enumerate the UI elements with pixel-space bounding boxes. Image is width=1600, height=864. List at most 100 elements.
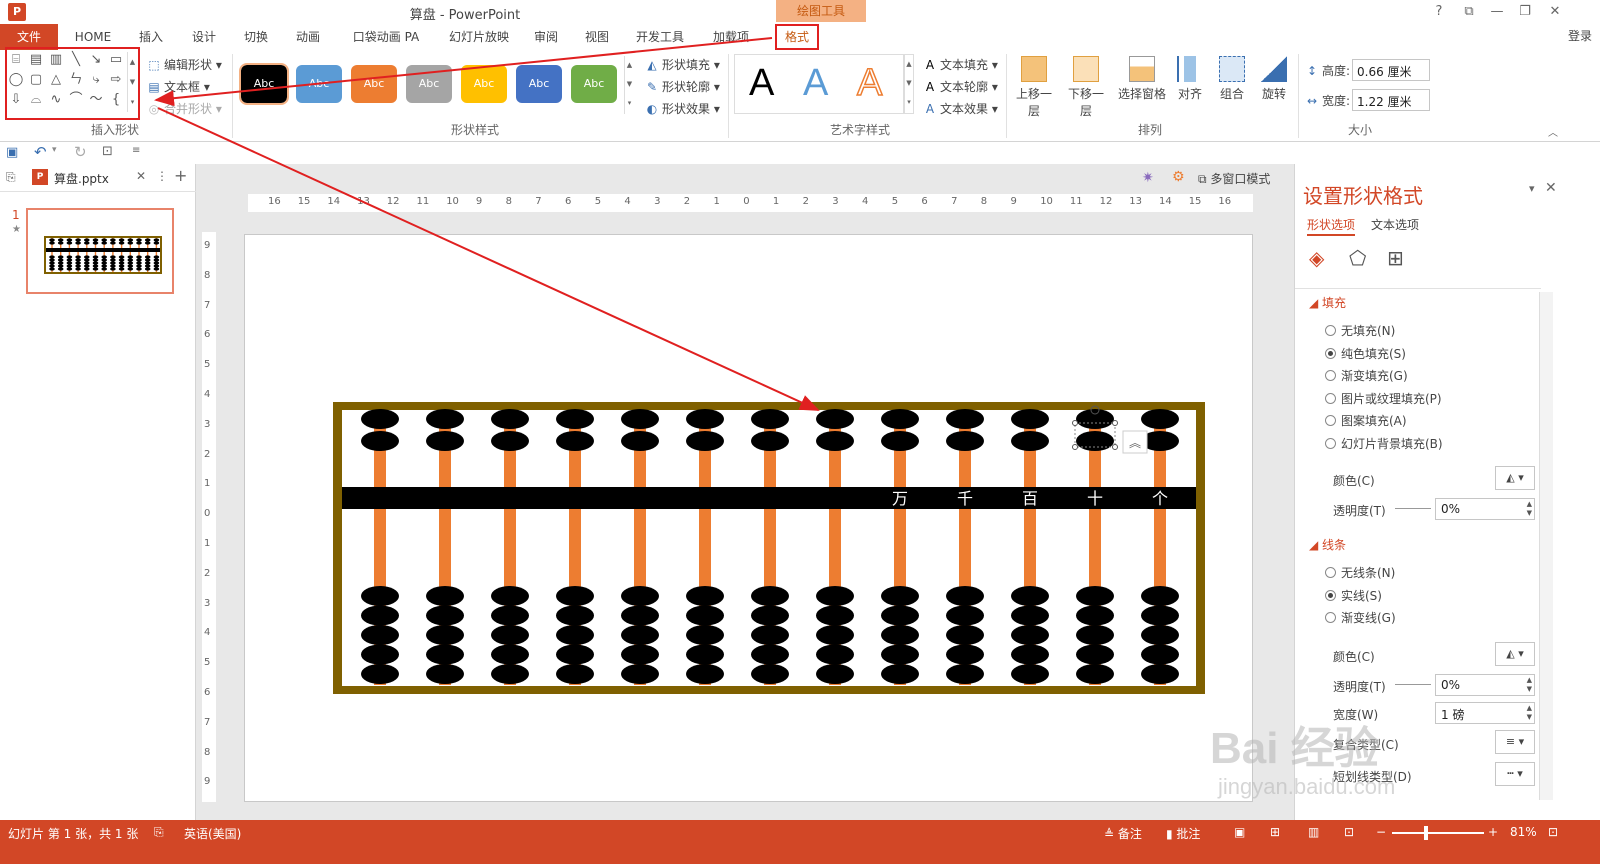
abacus-upper-bead[interactable]: [751, 409, 789, 429]
zoom-out-icon[interactable]: −: [1376, 825, 1386, 839]
abacus-lower-bead[interactable]: [1011, 586, 1049, 606]
abacus-lower-bead[interactable]: [946, 586, 984, 606]
shape-style-swatch[interactable]: Abc: [406, 65, 452, 103]
place-value-label[interactable]: 百: [1022, 489, 1038, 508]
abacus-upper-bead[interactable]: [1011, 431, 1049, 451]
abacus-lower-bead[interactable]: [751, 605, 789, 626]
right-arrow-shape-icon[interactable]: ⇨: [108, 72, 124, 88]
abacus-upper-bead[interactable]: [556, 409, 594, 429]
fill-option[interactable]: 无填充(N): [1325, 322, 1395, 339]
abacus-lower-bead[interactable]: [751, 625, 789, 645]
tab-design[interactable]: 设计: [180, 24, 228, 50]
elbow-arrow-shape-icon[interactable]: ⤷: [88, 72, 104, 88]
shape-style-swatch[interactable]: Abc: [296, 65, 342, 103]
abacus-upper-bead[interactable]: [881, 431, 919, 451]
line-section-header[interactable]: ◢ 线条: [1309, 536, 1346, 553]
line-transparency-slider[interactable]: [1395, 684, 1431, 685]
spinner-icon[interactable]: ▲ ▼: [1527, 704, 1532, 722]
shapes-gallery[interactable]: ⌸ ▤ ▥ ╲ ↘ ▭ ◯ ▢ △ ㄣ ⤷ ⇨ ⇩ ⌓ ∿ ⌒ 〜 { ▲ ▼ ▾: [8, 52, 138, 114]
abacus-upper-bead[interactable]: [621, 431, 659, 451]
vertical-ruler[interactable]: 9 8 7 6 5 4 3 2 1 0 1 2 3 4 5 6 7 8 9: [202, 232, 216, 802]
slideshow-view-icon[interactable]: ⊡: [1344, 825, 1354, 839]
comments-button[interactable]: ▮ 批注: [1166, 825, 1200, 842]
tab-text-options[interactable]: 文本选项: [1371, 216, 1419, 233]
redo-icon[interactable]: ↻: [74, 143, 87, 161]
undo-dropdown-icon[interactable]: ▾: [52, 145, 57, 155]
tab-view[interactable]: 视图: [574, 24, 620, 50]
abacus-lower-bead[interactable]: [686, 664, 724, 684]
cylinder-shape-icon[interactable]: ⌸: [8, 52, 24, 68]
abacus-lower-bead[interactable]: [491, 644, 529, 665]
wordart-style-orange-outline[interactable]: A: [856, 62, 883, 104]
abacus-lower-bead[interactable]: [881, 664, 919, 684]
abacus-upper-bead[interactable]: [426, 409, 464, 429]
abacus-lower-bead[interactable]: [686, 625, 724, 645]
horizontal-ruler[interactable]: 16 15 14 13 12 11 10 9 8 7 6 5 4 3 2 1 0 1 2 3 4 5 6 7 8 9 10 11 12 1…: [248, 194, 1253, 212]
abacus-lower-bead[interactable]: [816, 586, 854, 606]
abacus-upper-bead[interactable]: [686, 431, 724, 451]
fill-color-picker[interactable]: ◭ ▾: [1495, 466, 1535, 490]
scribble-shape-icon[interactable]: ∿: [48, 92, 64, 108]
arrow-line-shape-icon[interactable]: ↘: [88, 52, 104, 68]
abacus-lower-bead[interactable]: [1076, 605, 1114, 626]
abacus-lower-bead[interactable]: [1011, 605, 1049, 626]
arc-shape-icon[interactable]: ⌒: [68, 92, 84, 108]
shape-outline-button[interactable]: ✎ 形状轮廓 ▾: [644, 78, 720, 95]
abacus-lower-bead[interactable]: [946, 605, 984, 626]
restore-icon[interactable]: ❐: [1512, 2, 1538, 22]
radio-icon[interactable]: [1325, 589, 1336, 601]
abacus-lower-bead[interactable]: [426, 605, 464, 626]
abacus-upper-bead[interactable]: [816, 409, 854, 429]
tab-format[interactable]: 格式: [775, 24, 819, 50]
abacus-lower-bead[interactable]: [881, 586, 919, 606]
wordart-gallery[interactable]: A A A: [734, 54, 904, 114]
abacus-lower-bead[interactable]: [621, 664, 659, 684]
abacus-lower-bead[interactable]: [426, 664, 464, 684]
radio-icon[interactable]: [1325, 325, 1336, 336]
line-transparency-input[interactable]: 0% ▲ ▼: [1435, 674, 1535, 696]
pane-close-icon[interactable]: ✕: [1545, 180, 1557, 196]
shape-width-input[interactable]: 1.22 厘米: [1352, 89, 1430, 111]
freeform-shape-icon[interactable]: ⌓: [28, 92, 44, 108]
abacus-lower-bead[interactable]: [621, 605, 659, 626]
abacus-lower-bead[interactable]: [1141, 664, 1179, 684]
collapse-ribbon-icon[interactable]: ︿: [1548, 124, 1558, 139]
minimize-icon[interactable]: —: [1484, 2, 1510, 22]
place-value-label[interactable]: 万: [892, 489, 908, 508]
tab-animations[interactable]: 动画: [284, 24, 332, 50]
send-backward-button[interactable]: 下移一层: [1064, 56, 1108, 119]
abacus-upper-bead[interactable]: [686, 409, 724, 429]
abacus-drawing[interactable]: 万 千 百 十 个 ︽: [245, 235, 1254, 803]
abacus-upper-bead[interactable]: [1076, 409, 1114, 429]
abacus-lower-bead[interactable]: [751, 586, 789, 606]
tab-addins[interactable]: 加载项: [700, 24, 762, 50]
tab-insert[interactable]: 插入: [126, 24, 176, 50]
abacus-lower-bead[interactable]: [1076, 625, 1114, 645]
shape-style-swatch[interactable]: Abc: [351, 65, 397, 103]
zoom-level[interactable]: 81%: [1510, 825, 1537, 839]
abacus-upper-bead[interactable]: [621, 409, 659, 429]
merge-shapes-button[interactable]: ◎ 合并形状 ▾: [146, 100, 222, 117]
abacus-lower-bead[interactable]: [881, 644, 919, 665]
slide-count-status[interactable]: 幻灯片 第 1 张，共 1 张: [8, 825, 138, 842]
place-value-label[interactable]: 千: [957, 489, 973, 508]
abacus-lower-bead[interactable]: [426, 586, 464, 606]
abacus-upper-bead[interactable]: [946, 409, 984, 429]
ribbon-display-options-icon[interactable]: ⧉: [1456, 2, 1482, 22]
abacus-lower-bead[interactable]: [686, 586, 724, 606]
fill-section-header[interactable]: ◢ 填充: [1309, 294, 1346, 311]
sparkle-icon[interactable]: ✷: [1142, 170, 1154, 186]
abacus-upper-bead[interactable]: [361, 409, 399, 429]
tab-file[interactable]: 文件: [0, 24, 58, 50]
new-file-tab-icon[interactable]: +: [174, 166, 187, 185]
shape-style-swatch[interactable]: Abc: [571, 65, 617, 103]
tab-shape-options[interactable]: 形状选项: [1307, 216, 1356, 236]
fill-option[interactable]: 渐变填充(G): [1325, 367, 1408, 384]
curve-shape-icon[interactable]: 〜: [88, 92, 104, 108]
group-button[interactable]: 组合: [1210, 56, 1254, 102]
abacus-lower-bead[interactable]: [621, 625, 659, 645]
compound-type-dropdown[interactable]: ≡ ▾: [1495, 730, 1535, 754]
abacus-lower-bead[interactable]: [1141, 625, 1179, 645]
abacus-lower-bead[interactable]: [751, 644, 789, 665]
text-effects-button[interactable]: A 文本效果 ▾: [922, 100, 998, 117]
